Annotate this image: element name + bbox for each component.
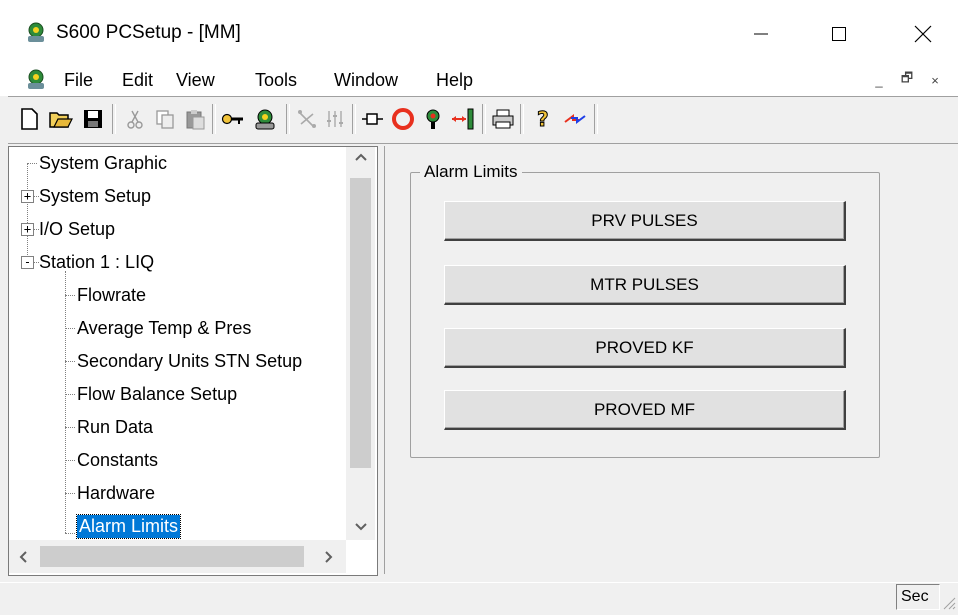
tree-connector bbox=[65, 295, 75, 296]
close-icon bbox=[914, 25, 932, 43]
tree-connector bbox=[27, 163, 28, 255]
proved-kf-button[interactable]: PROVED KF bbox=[444, 328, 846, 368]
mdi-controls: _ 🗗 × bbox=[866, 67, 958, 95]
network-icon[interactable] bbox=[292, 104, 322, 134]
tree-connector bbox=[27, 163, 37, 164]
mtr-pulses-button[interactable]: MTR PULSES bbox=[444, 265, 846, 305]
mixer-icon[interactable] bbox=[320, 104, 350, 134]
copy-icon[interactable] bbox=[150, 104, 180, 134]
open-folder-icon[interactable] bbox=[46, 104, 76, 134]
menu-view[interactable]: View bbox=[176, 70, 215, 91]
print-icon[interactable] bbox=[488, 104, 518, 134]
toolbar-separator bbox=[212, 104, 216, 134]
tree-item-label: Flowrate bbox=[77, 284, 147, 305]
tree-connector bbox=[65, 394, 75, 395]
minimize-icon bbox=[754, 33, 768, 35]
disconnect-box-icon[interactable] bbox=[358, 104, 388, 134]
prv-pulses-button[interactable]: PRV PULSES bbox=[444, 201, 846, 241]
menu-window[interactable]: Window bbox=[334, 70, 398, 91]
document-menu-icon[interactable] bbox=[24, 67, 48, 91]
tree-connector bbox=[65, 460, 75, 461]
tree-horizontal-scroll-thumb[interactable] bbox=[40, 546, 304, 567]
tree-item-label: System Graphic bbox=[39, 152, 168, 173]
alarm-limits-group-title: Alarm Limits bbox=[420, 162, 522, 182]
toolbar-separator bbox=[520, 104, 524, 134]
mdi-close-button[interactable]: × bbox=[922, 67, 948, 93]
tree-item-station-1[interactable]: Station 1 : LIQ bbox=[39, 247, 154, 277]
toolbar-separator bbox=[112, 104, 116, 134]
expand-toggle-system-setup[interactable]: + bbox=[21, 190, 34, 203]
scroll-left-arrow-icon[interactable] bbox=[16, 550, 30, 569]
resize-grip-icon[interactable] bbox=[940, 594, 956, 610]
cut-icon[interactable] bbox=[120, 104, 150, 134]
tree-item-label: Flow Balance Setup bbox=[77, 383, 238, 404]
tree-item-run-data[interactable]: Run Data bbox=[77, 412, 153, 442]
status-panel: Sec bbox=[896, 584, 940, 610]
swap-arrows-icon[interactable] bbox=[560, 104, 590, 134]
close-button[interactable] bbox=[900, 14, 946, 54]
tree-item-average-temp-pres[interactable]: Average Temp & Pres bbox=[77, 313, 251, 343]
toolbar-separator bbox=[482, 104, 486, 134]
tree-item-label: I/O Setup bbox=[39, 218, 116, 239]
tree-connector bbox=[65, 328, 75, 329]
tree-item-label: Run Data bbox=[77, 416, 154, 437]
maximize-button[interactable] bbox=[816, 14, 862, 54]
tree-item-io-setup[interactable]: I/O Setup bbox=[39, 214, 115, 244]
navigation-tree[interactable]: + + - System Graphic System Setup I/O Se… bbox=[8, 146, 378, 576]
maximize-icon bbox=[832, 27, 846, 41]
status-bar bbox=[0, 582, 958, 615]
tree-item-alarm-limits[interactable]: Alarm Limits bbox=[75, 511, 182, 541]
tree-item-label: Hardware bbox=[77, 482, 156, 503]
stop-icon[interactable] bbox=[388, 104, 418, 134]
scroll-up-arrow-icon[interactable] bbox=[354, 150, 368, 169]
toolbar-separator bbox=[286, 104, 290, 134]
tree-connector bbox=[65, 361, 75, 362]
tree-connector bbox=[65, 493, 75, 494]
tree-item-label: System Setup bbox=[39, 185, 152, 206]
menu-help[interactable]: Help bbox=[436, 70, 473, 91]
menu-tools[interactable]: Tools bbox=[255, 70, 297, 91]
tree-item-label: Station 1 : LIQ bbox=[39, 251, 155, 272]
window-title: S600 PCSetup - [MM] bbox=[56, 22, 241, 43]
tree-item-label: Secondary Units STN Setup bbox=[77, 350, 303, 371]
tree-item-label: Average Temp & Pres bbox=[77, 317, 252, 338]
tree-item-label: Alarm Limits bbox=[75, 513, 182, 539]
expand-toggle-io-setup[interactable]: + bbox=[21, 223, 34, 236]
scroll-right-arrow-icon[interactable] bbox=[322, 550, 336, 569]
toolbar-separator bbox=[594, 104, 598, 134]
tree-item-flowrate[interactable]: Flowrate bbox=[77, 280, 146, 310]
s600-app-icon[interactable] bbox=[24, 20, 48, 44]
mdi-restore-button[interactable]: 🗗 bbox=[894, 67, 920, 93]
tree-item-hardware[interactable]: Hardware bbox=[77, 478, 155, 508]
connect-icon[interactable] bbox=[250, 104, 280, 134]
svg-text:?: ? bbox=[537, 107, 549, 131]
tree-item-secondary-units[interactable]: Secondary Units STN Setup bbox=[77, 346, 302, 376]
transfer-icon[interactable] bbox=[448, 104, 478, 134]
tree-connector bbox=[65, 427, 75, 428]
minimize-button[interactable] bbox=[738, 14, 784, 54]
collapse-toggle-station-1[interactable]: - bbox=[21, 256, 34, 269]
mdi-minimize-button[interactable]: _ bbox=[866, 67, 892, 93]
toolbar-separator bbox=[352, 104, 356, 134]
tree-icon[interactable] bbox=[418, 104, 448, 134]
tree-item-system-graphic[interactable]: System Graphic bbox=[39, 148, 167, 178]
paste-icon[interactable] bbox=[180, 104, 210, 134]
help-icon[interactable]: ? bbox=[528, 104, 558, 134]
key-icon[interactable] bbox=[218, 104, 248, 134]
tree-item-flow-balance-setup[interactable]: Flow Balance Setup bbox=[77, 379, 237, 409]
tree-connector bbox=[65, 533, 75, 534]
new-file-icon[interactable] bbox=[14, 104, 44, 134]
save-icon[interactable] bbox=[78, 104, 108, 134]
scroll-down-arrow-icon[interactable] bbox=[354, 520, 368, 539]
proved-mf-button[interactable]: PROVED MF bbox=[444, 390, 846, 430]
tree-vertical-scroll-thumb[interactable] bbox=[350, 178, 371, 468]
tree-item-label: Constants bbox=[77, 449, 159, 470]
tree-item-system-setup[interactable]: System Setup bbox=[39, 181, 151, 211]
pane-splitter[interactable] bbox=[378, 146, 385, 574]
tree-item-constants[interactable]: Constants bbox=[77, 445, 158, 475]
menu-file[interactable]: File bbox=[64, 70, 93, 91]
menu-edit[interactable]: Edit bbox=[122, 70, 153, 91]
